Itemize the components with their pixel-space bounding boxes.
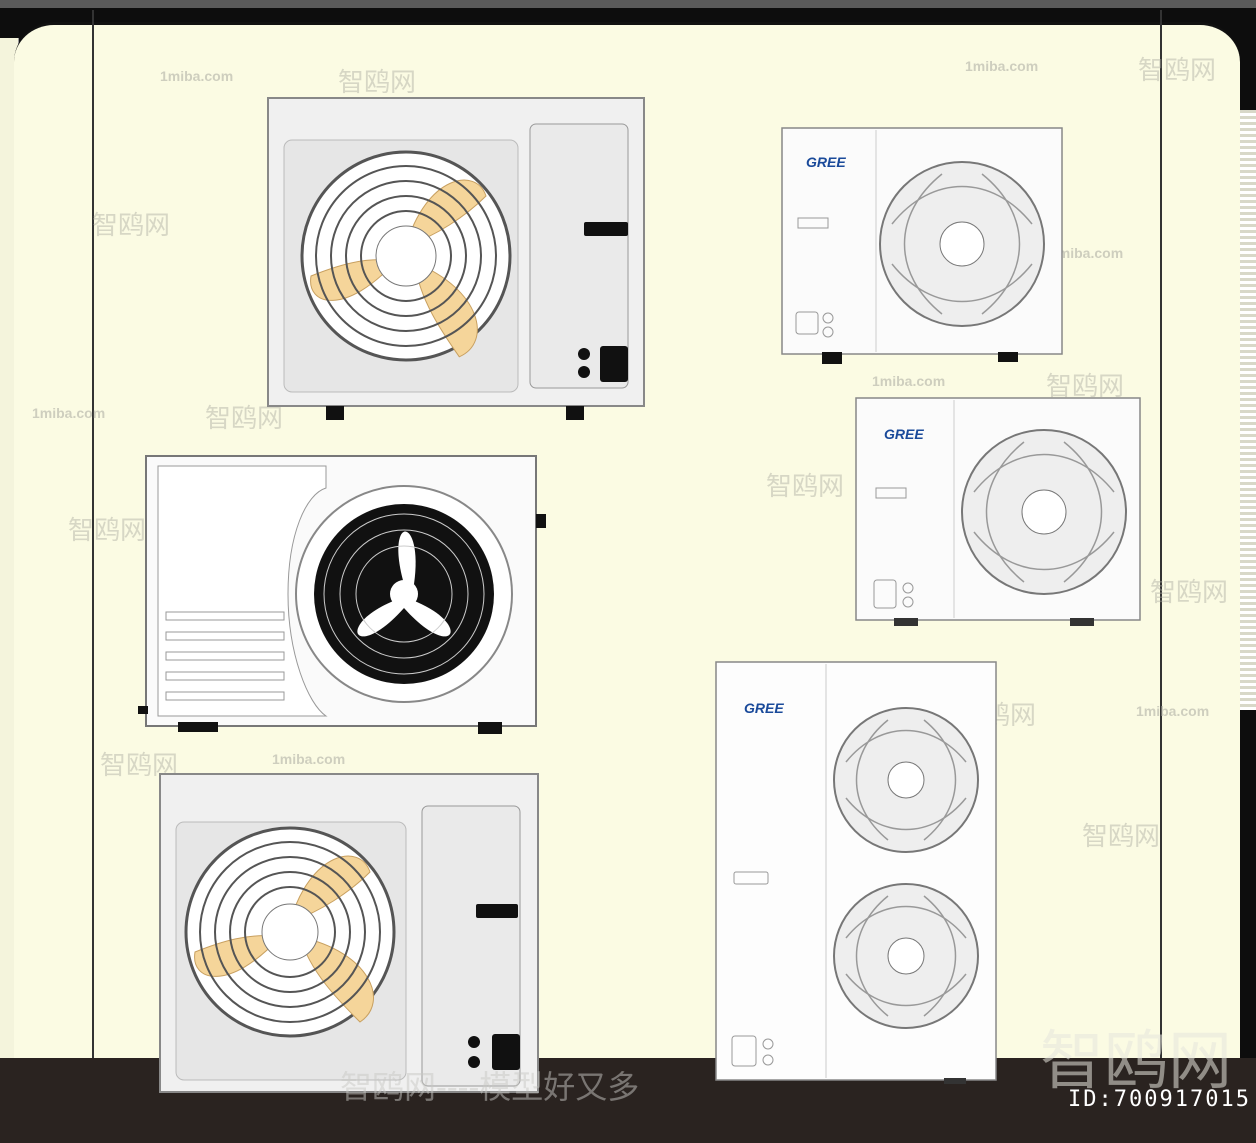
watermark-site: 1miba.com bbox=[1136, 703, 1210, 719]
ac-unit-yellow-top bbox=[266, 96, 648, 427]
gree-logo: GREE bbox=[806, 154, 846, 170]
ac-unit-black-fan bbox=[138, 454, 552, 741]
right-wall-vent bbox=[1240, 110, 1256, 710]
watermark-site: 1miba.com bbox=[160, 68, 234, 84]
ac-unit-yellow-top-graphic bbox=[267, 97, 645, 420]
ac-unit-black-fan-graphic bbox=[138, 455, 546, 734]
watermark-cn: 智鸥网 bbox=[1082, 821, 1161, 851]
watermark-site: 1miba.com bbox=[32, 405, 106, 421]
watermark-site: 1miba.com bbox=[965, 58, 1039, 74]
watermark-cn: 智鸥网 bbox=[766, 471, 845, 501]
gree-unit-1: GREE bbox=[780, 126, 1066, 373]
watermark-site: 1miba.com bbox=[872, 373, 946, 389]
watermark-cn: 智鸥网 bbox=[92, 210, 171, 240]
gree-unit-3-graphic bbox=[715, 661, 997, 1084]
bottom-slogan-watermark: 智鸥网----模型好又多 bbox=[340, 1068, 640, 1106]
gree-logo: GREE bbox=[744, 700, 784, 716]
id-label: ID:700917015 bbox=[1068, 1087, 1251, 1112]
watermark-cn: 智鸥网 bbox=[1150, 577, 1229, 607]
gree-unit-2: GREE bbox=[854, 396, 1144, 633]
gree-logo: GREE bbox=[884, 426, 924, 442]
gree-unit-3: GREE bbox=[714, 660, 1000, 1091]
wall-line-right bbox=[1160, 10, 1162, 1070]
ac-unit-yellow-bottom-graphic bbox=[159, 773, 539, 1093]
watermark-cn: 智鸥网 bbox=[338, 67, 417, 97]
watermark-cn: 智鸥网 bbox=[1138, 55, 1217, 85]
top-bar bbox=[0, 0, 1256, 8]
watermark-site: 1miba.com bbox=[272, 751, 346, 767]
watermark-cn: 智鸥网 bbox=[68, 515, 147, 545]
